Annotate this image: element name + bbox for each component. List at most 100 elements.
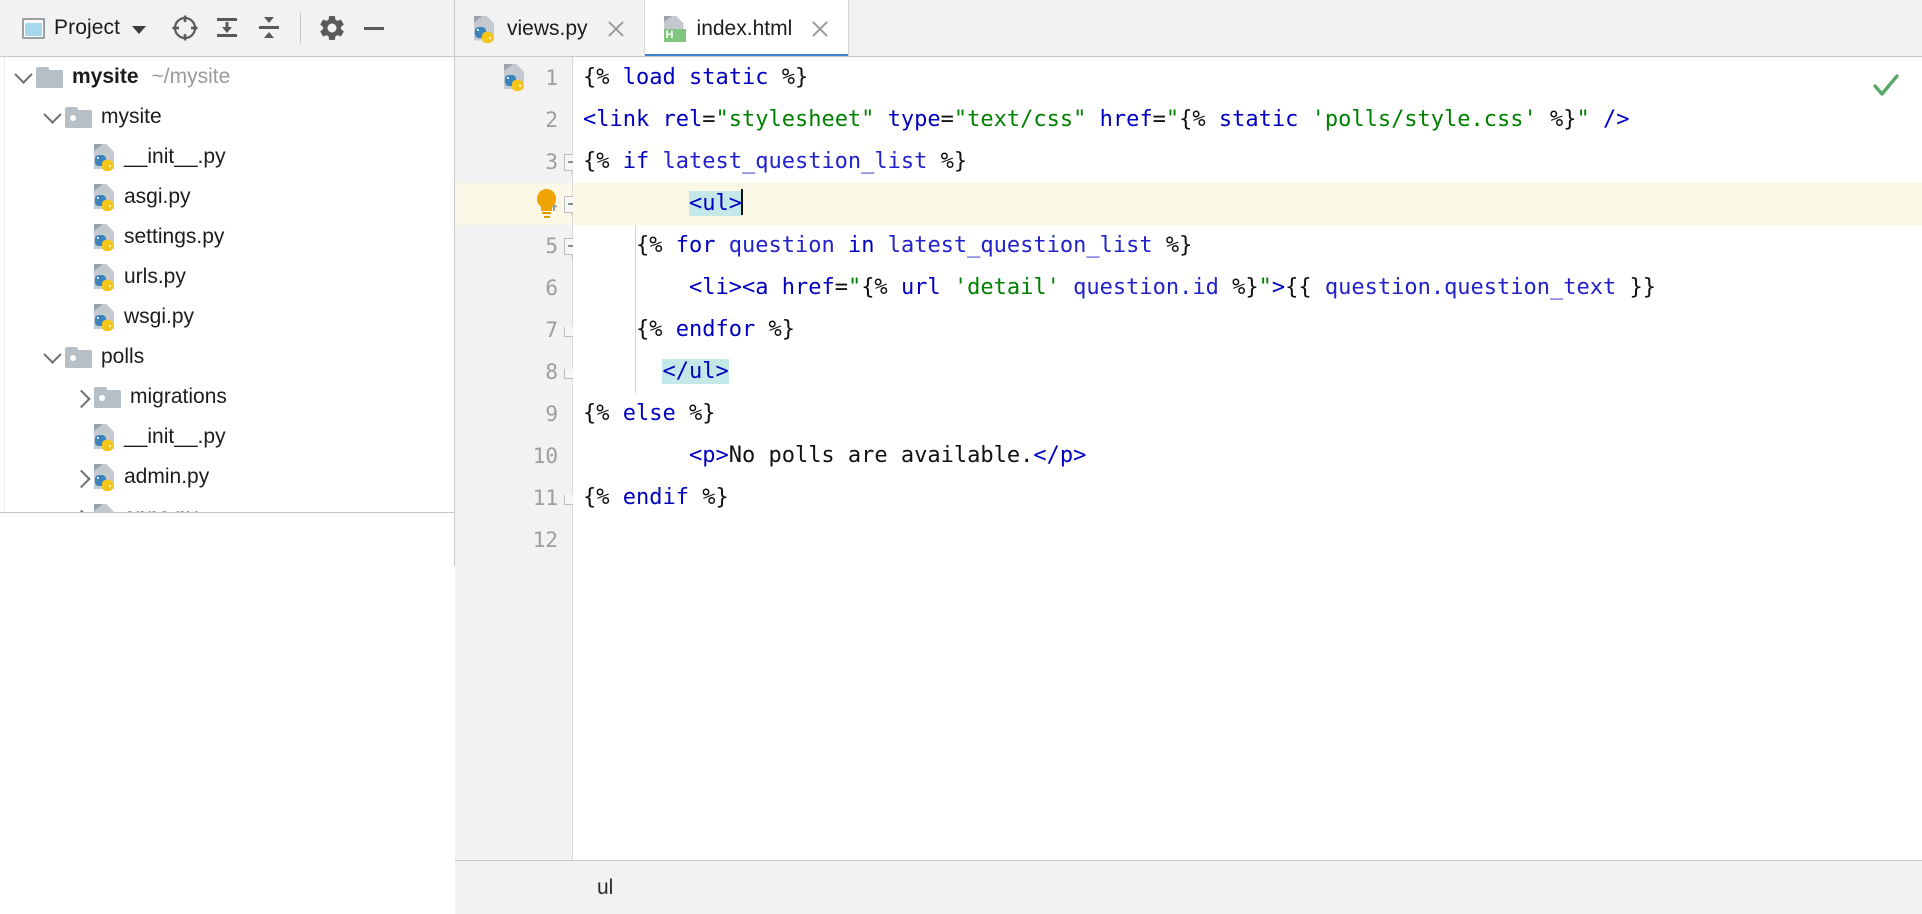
line-number-2[interactable]: 2 xyxy=(455,99,572,141)
tree-item-path: ~/mysite xyxy=(152,65,231,89)
source-folder-icon xyxy=(65,347,92,368)
tree-item-asgi-py[interactable]: asgi.py xyxy=(0,177,454,217)
close-icon[interactable] xyxy=(605,18,627,40)
expand-all-icon[interactable] xyxy=(206,7,248,49)
code-lines[interactable]: {% load static %}<link rel="stylesheet" … xyxy=(573,57,1922,860)
line-number-9[interactable]: 9 xyxy=(455,393,572,435)
tree-item-label: __init__.py xyxy=(124,425,226,449)
line-number-text: 6 xyxy=(545,276,558,300)
tab-label: views.py xyxy=(507,17,588,41)
line-number-11[interactable]: 11 xyxy=(455,477,572,519)
line-number-5[interactable]: 5 xyxy=(455,225,572,267)
project-tree[interactable]: mysite ~/mysite mysite __init__.py asgi.py se… xyxy=(0,57,455,512)
tree-item-label: __init__.py xyxy=(124,145,226,169)
code-line-7[interactable]: {% endfor %} xyxy=(573,309,1922,351)
chevron-right-icon[interactable] xyxy=(68,471,94,484)
code-line-4[interactable]: <ul> xyxy=(573,183,1922,225)
collapse-all-icon[interactable] xyxy=(248,7,290,49)
chevron-right-icon[interactable] xyxy=(68,511,94,513)
python-file-icon xyxy=(94,144,116,170)
line-number-text: 1 xyxy=(545,66,558,90)
inspection-ok-icon[interactable] xyxy=(1870,69,1902,101)
tree-item-label: mysite xyxy=(101,105,162,129)
project-panel: mysite ~/mysite mysite __init__.py asgi.py se… xyxy=(0,57,455,914)
chevron-down-icon[interactable] xyxy=(132,26,146,34)
line-number-1[interactable]: 1 xyxy=(455,57,572,99)
python-file-icon xyxy=(474,16,496,42)
tree-item-wsgi-py[interactable]: wsgi.py xyxy=(0,297,454,337)
python-file-icon xyxy=(94,424,116,450)
line-number-text: 9 xyxy=(545,402,558,426)
tree-item---init---py[interactable]: __init__.py xyxy=(0,137,454,177)
tree-item-mysite[interactable]: mysite xyxy=(0,97,454,137)
line-number-4[interactable]: 4 xyxy=(455,183,572,225)
tree-item-apps-py[interactable]: apps.py xyxy=(0,497,454,512)
line-number-12[interactable]: 12 xyxy=(455,519,572,561)
tab-label: index.html xyxy=(697,17,793,41)
code-area[interactable]: 123456789101112 {% load static %}<link r… xyxy=(455,57,1922,860)
code-line-10[interactable]: <p>No polls are available.</p> xyxy=(573,435,1922,477)
tree-item---init---py[interactable]: __init__.py xyxy=(0,417,454,457)
line-number-gutter[interactable]: 123456789101112 xyxy=(455,57,573,860)
tree-item-urls-py[interactable]: urls.py xyxy=(0,257,454,297)
python-file-icon xyxy=(94,304,116,330)
code-line-12[interactable] xyxy=(573,519,1922,561)
project-panel-icon xyxy=(22,18,45,39)
tree-item-label: urls.py xyxy=(124,265,186,289)
line-number-6[interactable]: 6 xyxy=(455,267,572,309)
gear-icon[interactable] xyxy=(311,7,353,49)
chevron-down-icon[interactable] xyxy=(39,111,65,124)
editor-tabs: views.py H index.html xyxy=(455,0,1922,57)
tree-item-label: polls xyxy=(101,345,144,369)
python-file-icon xyxy=(94,184,116,210)
project-tool-header: Project xyxy=(0,0,455,57)
python-file-icon xyxy=(94,504,116,512)
main-area: mysite ~/mysite mysite __init__.py asgi.py se… xyxy=(0,57,1922,914)
tree-item-label: settings.py xyxy=(124,225,224,249)
tree-item-label: asgi.py xyxy=(124,185,191,209)
line-number-10[interactable]: 10 xyxy=(455,435,572,477)
project-label: Project xyxy=(54,16,120,40)
tree-item-label: apps.py xyxy=(124,505,198,512)
close-icon[interactable] xyxy=(809,18,831,40)
tree-scrollbar[interactable] xyxy=(0,57,5,512)
minimize-icon[interactable] xyxy=(353,7,395,49)
python-file-icon xyxy=(94,264,116,290)
tree-item-mysite[interactable]: mysite ~/mysite xyxy=(0,57,454,97)
code-line-8[interactable]: </ul> xyxy=(573,351,1922,393)
line-number-8[interactable]: 8 xyxy=(455,351,572,393)
html-file-icon: H xyxy=(664,16,686,42)
tree-item-admin-py[interactable]: admin.py xyxy=(0,457,454,497)
tree-item-migrations[interactable]: migrations xyxy=(0,377,454,417)
code-line-5[interactable]: {% for question in latest_question_list … xyxy=(573,225,1922,267)
tree-item-label: wsgi.py xyxy=(124,305,194,329)
code-line-3[interactable]: {% if latest_question_list %} xyxy=(573,141,1922,183)
code-line-9[interactable]: {% else %} xyxy=(573,393,1922,435)
tab-views-py[interactable]: views.py xyxy=(455,0,645,57)
pycharm-window: Project xyxy=(0,0,1922,914)
tab-index-html[interactable]: H index.html xyxy=(645,0,850,57)
source-folder-icon xyxy=(65,107,92,128)
breadcrumb-bar: ul xyxy=(455,860,1922,914)
tree-item-polls[interactable]: polls xyxy=(0,337,454,377)
tree-item-label: admin.py xyxy=(124,465,209,489)
line-number-text: 10 xyxy=(533,444,558,468)
top-bar: Project xyxy=(0,0,1922,57)
chevron-down-icon[interactable] xyxy=(10,71,36,84)
code-line-2[interactable]: <link rel="stylesheet" type="text/css" h… xyxy=(573,99,1922,141)
breadcrumb[interactable]: ul xyxy=(597,876,613,900)
python-file-icon xyxy=(504,64,526,95)
code-line-6[interactable]: <li><a href="{% url 'detail' question.id… xyxy=(573,267,1922,309)
project-view-selector[interactable]: Project xyxy=(18,13,150,43)
chevron-down-icon[interactable] xyxy=(39,351,65,364)
tree-item-label: migrations xyxy=(130,385,227,409)
line-number-text: 12 xyxy=(533,528,558,552)
tree-item-label: mysite xyxy=(72,65,139,89)
code-line-1[interactable]: {% load static %} xyxy=(573,57,1922,99)
chevron-right-icon[interactable] xyxy=(68,391,94,404)
locate-icon[interactable] xyxy=(164,7,206,49)
line-number-7[interactable]: 7 xyxy=(455,309,572,351)
tree-item-settings-py[interactable]: settings.py xyxy=(0,217,454,257)
code-line-11[interactable]: {% endif %} xyxy=(573,477,1922,519)
line-number-3[interactable]: 3 xyxy=(455,141,572,183)
